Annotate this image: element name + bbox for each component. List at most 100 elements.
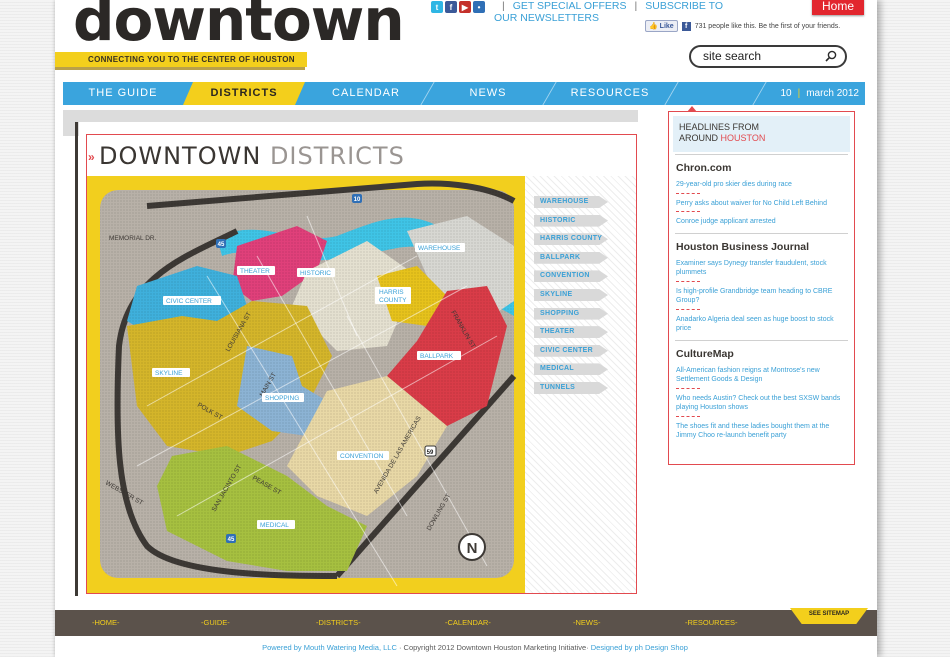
shield-i45-top: 45 (218, 242, 225, 248)
district-link-convention[interactable]: CONVENTION (534, 270, 608, 283)
sidebar-divider (675, 154, 848, 155)
district-map-svg: MEMORIAL DR. LOUISIANA ST MAIN ST POLK S… (100, 180, 517, 587)
district-link-medical[interactable]: MEDICAL (534, 363, 608, 376)
facebook-like-button[interactable]: 👍 Like (645, 20, 678, 32)
district-link-shopping[interactable]: SHOPPING (534, 307, 608, 320)
nav-item-resources[interactable]: RESOURCES (549, 82, 671, 105)
headline-divider (676, 192, 700, 194)
twitter-icon[interactable]: t (431, 1, 443, 13)
page: downtown CONNECTING YOU TO THE CENTER OF… (55, 0, 877, 657)
footer-link-calendar[interactable]: -CALENDAR- (445, 610, 491, 636)
header-separator: | (502, 0, 505, 12)
sidebar-header-line2: AROUND HOUSTON (679, 133, 844, 144)
issue-date: 10 | march 2012 (780, 82, 859, 105)
headline-link[interactable]: Perry asks about waiver for No Child Lef… (676, 199, 847, 209)
headline-link[interactable]: All-American fashion reigns at Montrose'… (676, 366, 847, 385)
district-map[interactable]: MEMORIAL DR. LOUISIANA ST MAIN ST POLK S… (87, 176, 525, 593)
sidebar-divider (675, 339, 848, 341)
headline-divider (676, 387, 700, 389)
map-label-theater: THEATER (240, 268, 270, 275)
map-label-skyline: SKYLINE (155, 370, 183, 377)
footer-link-home[interactable]: -HOME- (92, 610, 120, 636)
facebook-like-row: 👍 Like f 731 people like this. Be the fi… (645, 20, 840, 32)
compass-icon: N (458, 533, 486, 561)
headline-link[interactable]: The shoes fit and these ladies bought th… (676, 422, 847, 441)
nav-item-districts[interactable]: DISTRICTS (183, 82, 305, 105)
map-label-harris: HARRIS (379, 289, 404, 296)
facebook-icon: f (681, 21, 691, 31)
footer-nav: -HOME- -GUIDE- -DISTRICTS- -CALENDAR- -N… (55, 610, 877, 636)
nav-divider (752, 82, 767, 105)
footer-link-resources[interactable]: -RESOURCES- (685, 610, 738, 636)
nav-item-calendar[interactable]: CALENDAR (305, 82, 427, 105)
district-link-warehouse[interactable]: WAREHOUSE (534, 196, 608, 208)
sidebar-pointer (687, 106, 697, 112)
site-logo[interactable]: downtown (73, 0, 405, 54)
headlines-sidebar: HEADLINES FROM AROUND HOUSTON Chron.com … (668, 106, 855, 465)
headline-link[interactable]: Conroe judge applicant arrested (676, 217, 847, 227)
source-title-chron[interactable]: Chron.com (676, 162, 854, 174)
map-label-shopping: SHOPPING (265, 395, 299, 402)
map-label-medical: MEDICAL (260, 522, 289, 529)
map-label-county: COUNTY (379, 297, 407, 304)
headline-link[interactable]: Anadarko Algeria deal seen as huge boost… (676, 315, 847, 334)
headline-link[interactable]: Who needs Austin? Check out the best SXS… (676, 394, 847, 413)
header-separator: | (634, 0, 638, 12)
designed-by-link[interactable]: Designed by ph Design Shop (591, 643, 688, 652)
source-title-culturemap[interactable]: CultureMap (676, 348, 854, 360)
headline-divider (676, 211, 700, 212)
district-link-historic[interactable]: HISTORIC (534, 214, 608, 227)
title-light: DISTRICTS (269, 142, 405, 170)
district-link-civic-center[interactable]: CIVIC CENTER (534, 344, 608, 357)
district-link-harris-county[interactable]: HARRIS COUNTY (534, 233, 608, 246)
districts-title: DOWNTOWN DISTRICTS (99, 142, 405, 170)
title-dark: DOWNTOWN (99, 142, 262, 170)
district-link-theater[interactable]: THEATER (534, 326, 608, 339)
copyright-text: · Copyright 2012 Downtown Houston Market… (398, 643, 589, 652)
headline-divider (676, 280, 700, 282)
street-memorial: MEMORIAL DR. (109, 235, 157, 242)
footer-link-guide[interactable]: -GUIDE- (201, 610, 230, 636)
source-title-hbj[interactable]: Houston Business Journal (676, 241, 854, 253)
sidebar-header: HEADLINES FROM AROUND HOUSTON (673, 116, 850, 152)
site-search-input[interactable]: site search (689, 45, 847, 68)
shield-us59: 59 (427, 450, 434, 456)
facebook-icon[interactable]: f (445, 1, 457, 13)
content-left-rule (75, 122, 78, 596)
shield-i45-bottom: 45 (228, 537, 235, 543)
nav-item-the-guide[interactable]: THE GUIDE (63, 82, 183, 105)
special-offers-link[interactable]: GET SPECIAL OFFERS (513, 0, 627, 12)
map-label-civic-center: CIVIC CENTER (166, 298, 212, 305)
map-label-historic: HISTORIC (300, 270, 331, 277)
youtube-icon[interactable]: ▶ (459, 1, 471, 13)
sidebar-header-line1: HEADLINES FROM (679, 122, 760, 132)
content-top-strip (63, 110, 638, 122)
nav-item-news[interactable]: NEWS (427, 82, 549, 105)
powered-by-link[interactable]: Powered by Mouth Watering Media, LLC (262, 643, 397, 652)
district-link-skyline[interactable]: SKYLINE (534, 288, 608, 301)
see-sitemap-button[interactable]: SEE SITEMAP (790, 608, 868, 624)
headline-divider (676, 415, 700, 417)
map-label-convention: CONVENTION (340, 453, 384, 460)
main-nav: THE GUIDE DISTRICTS CALENDAR NEWS RESOUR… (63, 82, 865, 105)
headline-link[interactable]: 29-year-old pro skier dies during race (676, 180, 847, 190)
search-icon[interactable] (825, 50, 837, 62)
map-label-ballpark: BALLPARK (420, 353, 454, 360)
district-link-tunnels[interactable]: TUNNELS (534, 381, 608, 394)
issue-day: 10 (780, 88, 792, 99)
shield-i10: 10 (354, 197, 361, 203)
headline-divider (676, 308, 700, 310)
headline-link[interactable]: Examiner says Dynegy transfer fraudulent… (676, 259, 847, 278)
district-list: WAREHOUSE HISTORIC HARRIS COUNTY BALLPAR… (534, 196, 608, 401)
sidebar-header-houston: HOUSTON (720, 133, 766, 143)
district-link-ballpark[interactable]: BALLPARK (534, 251, 608, 264)
footer-link-news[interactable]: -NEWS- (573, 610, 601, 636)
date-separator: | (797, 88, 801, 99)
copyright-line: Powered by Mouth Watering Media, LLC · C… (0, 643, 950, 652)
flickr-icon[interactable]: • (473, 1, 485, 13)
headline-link[interactable]: Is high-profile Grandbridge team heading… (676, 287, 847, 306)
issue-month: march 2012 (806, 88, 859, 99)
home-button[interactable]: Home (812, 0, 864, 15)
compass-label: N (467, 540, 478, 557)
footer-link-districts[interactable]: -DISTRICTS- (316, 610, 361, 636)
